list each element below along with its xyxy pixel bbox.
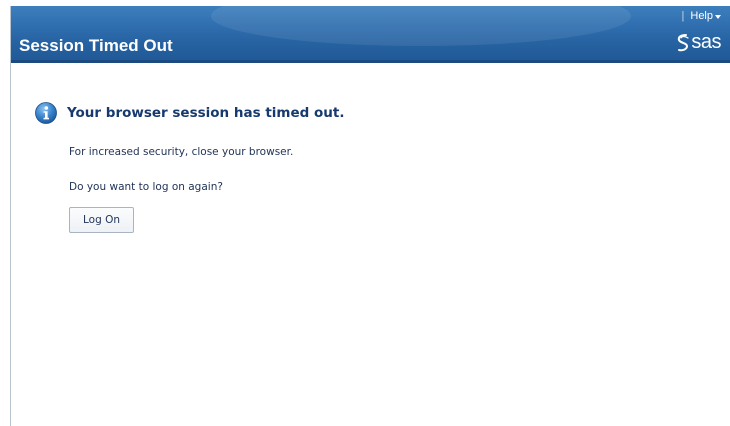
sas-logo-mark-icon [678, 33, 689, 51]
logon-question: Do you want to log on again? [69, 181, 223, 193]
main-content: Your browser session has timed out. For … [11, 63, 730, 426]
logo-text: sas [691, 31, 721, 53]
page-frame: | Help Session Timed Out sas Your browse… [10, 6, 730, 426]
message-header: Your browser session has timed out. [35, 102, 344, 124]
help-area: | Help [682, 10, 721, 22]
security-note: For increased security, close your brows… [69, 146, 294, 158]
help-menu-button[interactable]: Help [690, 10, 721, 22]
sas-logo: sas [676, 31, 721, 54]
info-icon [35, 102, 57, 124]
chevron-down-icon [715, 14, 721, 19]
header-banner: | Help Session Timed Out sas [11, 6, 730, 63]
help-label: Help [690, 10, 713, 22]
separator: | [681, 10, 685, 22]
message-heading: Your browser session has timed out. [67, 105, 345, 121]
log-on-button[interactable]: Log On [69, 207, 134, 233]
page-title: Session Timed Out [19, 36, 173, 55]
